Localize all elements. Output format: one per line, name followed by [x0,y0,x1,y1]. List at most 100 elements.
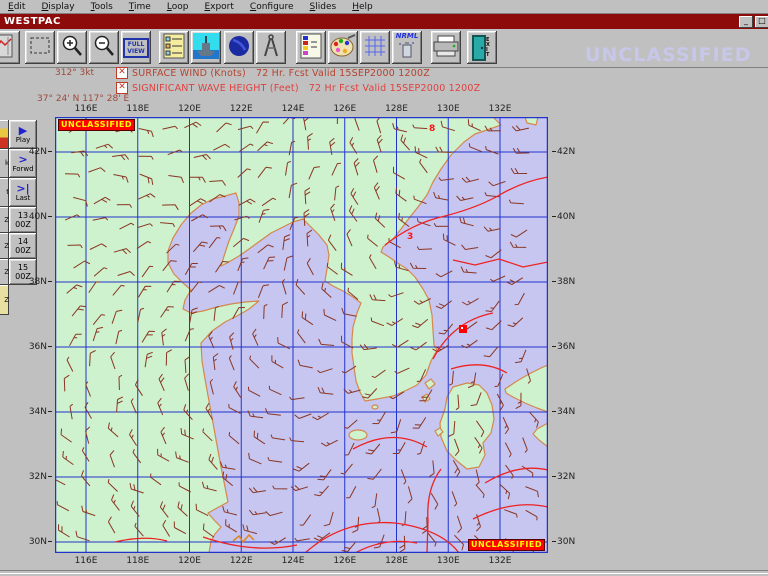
classification-banner: UNCLASSIFIED [585,44,752,66]
axis-label: 116E [74,556,98,566]
menu-item-help[interactable]: Help [344,2,381,12]
layer-row-wave: ✕ SIGNIFICANT WAVE HEIGHT (Feet) 72 Hr F… [116,82,480,94]
axis-label: 122E [229,556,253,566]
last-button[interactable]: >| Last [9,178,37,207]
svg-text:3: 3 [407,232,413,242]
axis-label: 130E [436,556,460,566]
clipped-button[interactable]: Z [0,233,9,259]
clipped-button[interactable]: Z [0,207,9,233]
axis-label: 132E [488,104,512,114]
exit-door-button[interactable]: EXIT [467,31,497,64]
axis-label: 120E [178,556,201,566]
menu-item-tools[interactable]: Tools [83,2,121,12]
palette-button[interactable] [328,31,358,64]
axis-label: 124E [281,556,305,566]
ship-view-button[interactable] [191,31,221,64]
printer-icon [433,35,459,61]
nrml-spray-button[interactable]: NRML [392,31,422,64]
position-readout: 37° 24' N 117° 28' E [37,94,130,104]
exit-door-icon: EXIT [472,34,492,61]
axis-label: 42N [27,147,53,157]
axis-label: 126E [333,556,357,566]
menu-item-display[interactable]: Display [33,2,82,12]
layer-list-button[interactable] [159,31,189,64]
full-view-icon: FULL VIEW [123,37,149,58]
axis-label: 120E [178,104,201,114]
layer-checkbox-wave[interactable]: ✕ [116,82,128,94]
clipped-button[interactable]: Z [0,285,9,315]
clipped-button[interactable] [0,120,9,149]
axis-label: 128E [385,556,408,566]
globe-button[interactable] [224,31,254,64]
menu-bar: Edit Display Tools Time Loop Export Configure S… [0,0,768,14]
menu-item-export[interactable]: Export [196,2,241,12]
axis-label: 126E [333,104,357,114]
app-window: Edit Display Tools Time Loop Export Configure S… [0,0,768,576]
axis-label: 36N [27,342,53,352]
chart-strip-button[interactable] [0,31,20,64]
bottom-divider [0,570,768,574]
compass-tool-button[interactable] [256,31,286,64]
axis-label: 132E [488,556,512,566]
clipped-button-column: ktZZZZ [0,120,9,315]
axis-label: 118E [126,556,150,566]
grid-toggle-button[interactable] [360,31,390,64]
palette-icon [330,33,356,62]
axis-label: 42N [551,147,575,157]
layer-checkbox-wind[interactable]: ✕ [116,67,128,79]
full-view-button[interactable]: FULL VIEW [121,31,151,64]
area-select-button[interactable] [25,31,55,64]
axis-label: 32N [551,472,575,482]
menu-item-slides[interactable]: Slides [302,2,345,12]
nrml-spray-icon: NRML [396,33,418,62]
chart-strip-icon [0,33,14,63]
title-bar[interactable]: WESTPAC _ □ [0,14,768,29]
layer-valid-wind: 72 Hr. Fcst Valid 15SEP2000 1200Z [255,67,430,79]
ship-view-icon [193,32,219,63]
menu-item-edit[interactable]: Edit [0,2,33,12]
axis-label: 32N [27,472,53,482]
zoom-in-button[interactable] [57,31,87,64]
play-button[interactable]: ▶ Play [9,120,37,149]
axis-label: 124E [281,104,305,114]
layer-row-wind: ✕ SURFACE WIND (Knots) 72 Hr. Fcst Valid… [116,67,430,79]
zoom-out-icon [92,34,116,62]
weather-map[interactable]: 38 [53,107,549,556]
layer-label-wind: SURFACE WIND (Knots) [132,67,246,79]
play-button-icon: ▶ [18,124,28,137]
layer-label-wave: SIGNIFICANT WAVE HEIGHT (Feet) [132,82,299,94]
zoom-in-icon [60,34,84,62]
axis-label: 30N [27,537,53,547]
maximize-button[interactable]: □ [755,16,768,28]
compass-tool-icon [259,33,283,63]
axis-label: 40N [551,212,575,222]
svg-text:8: 8 [429,124,435,134]
axis-label: 30N [551,537,575,547]
axis-label: 36N [551,342,575,352]
layer-list-icon [163,33,185,63]
map-classification-bottomright: UNCLASSIFIED [467,539,545,551]
grid-toggle-icon [363,34,387,62]
menu-item-configure[interactable]: Configure [242,2,302,12]
axis-label: 128E [385,104,408,114]
layer-valid-wave: 72 Hr Fcst Valid 15SEP2000 1200Z [308,82,481,94]
map-view[interactable]: 38 UNCLASSIFIED UNCLASSIFIED [53,107,549,556]
clipped-button[interactable]: Z [0,259,9,285]
minimize-button[interactable]: _ [739,16,753,28]
axis-label: 34N [551,407,575,417]
clipped-button[interactable]: k [0,149,9,178]
menu-item-loop[interactable]: Loop [159,2,197,12]
axis-label: 118E [126,104,150,114]
zoom-out-button[interactable] [89,31,119,64]
map-classification-topleft: UNCLASSIFIED [58,119,136,131]
axis-label: 34N [27,407,53,417]
time-step-button-14[interactable]: 14 00Z [9,233,37,259]
window-title: WESTPAC [4,16,61,27]
menu-item-time[interactable]: Time [121,2,159,12]
color-legend-button[interactable] [296,31,326,64]
axis-label: 40N [27,212,53,222]
clipped-button[interactable]: t [0,178,9,207]
color-legend-icon [300,33,322,63]
printer-button[interactable] [431,31,461,64]
wind-readout: 312° 3kt [55,68,95,78]
